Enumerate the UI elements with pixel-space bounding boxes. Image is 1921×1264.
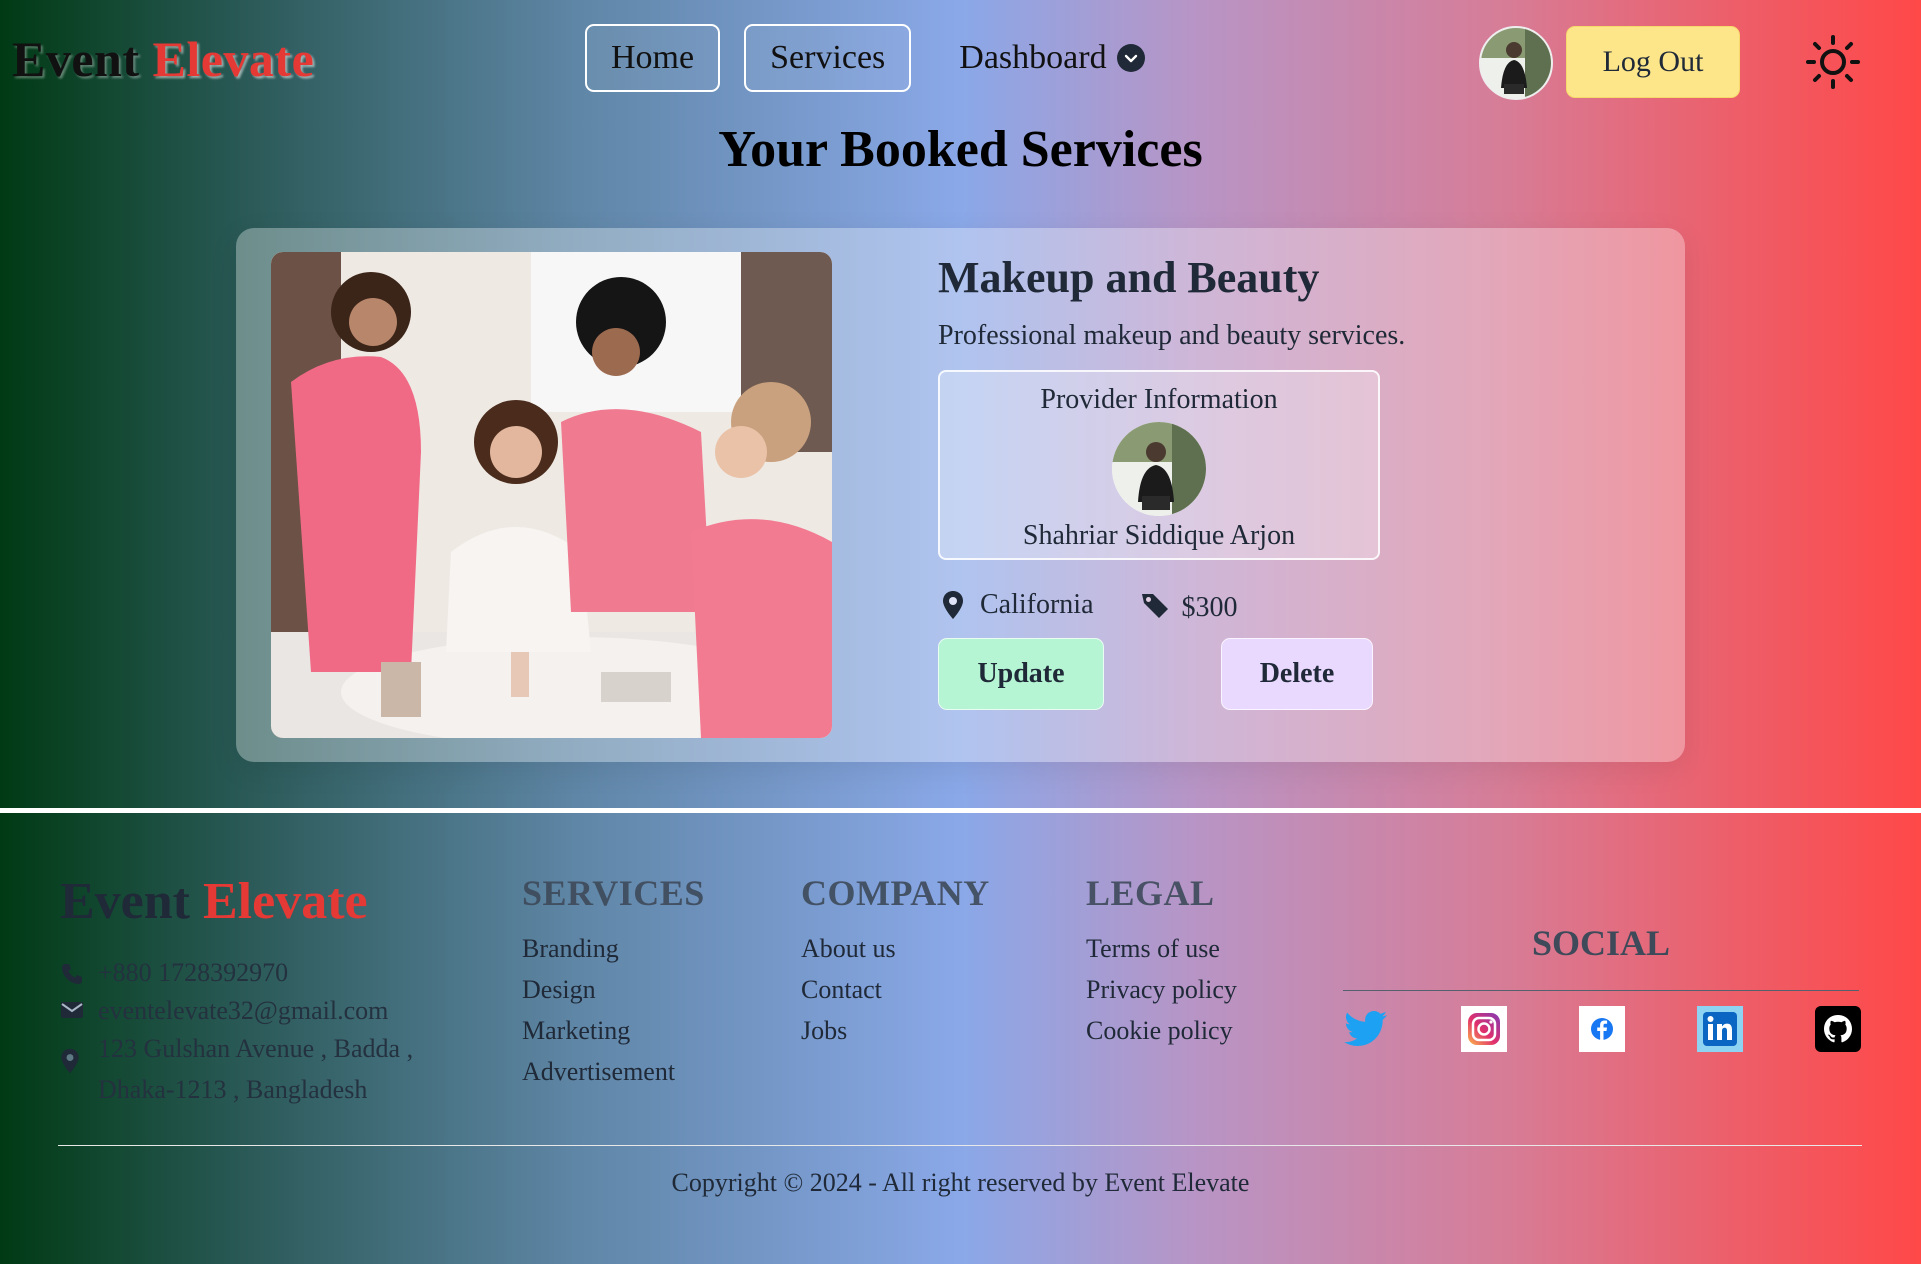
footer-link-cookie[interactable]: Cookie policy xyxy=(1086,1010,1237,1051)
provider-heading: Provider Information xyxy=(1040,384,1278,415)
facebook-icon[interactable] xyxy=(1579,1006,1625,1052)
address-line-2: Dhaka-1213 , Bangladesh xyxy=(98,1075,368,1104)
footer-legal-title: LEGAL xyxy=(1086,873,1215,913)
location-pin-icon xyxy=(938,588,968,622)
footer-divider xyxy=(0,808,1921,813)
contact-address: 123 Gulshan Avenue , Badda , Dhaka-1213 … xyxy=(98,1028,413,1110)
chevron-down-icon xyxy=(1116,44,1145,72)
footer-link-design[interactable]: Design xyxy=(522,969,705,1010)
brand-logo[interactable]: Event Elevate xyxy=(12,30,314,88)
nav-dashboard-label: Dashboard xyxy=(959,39,1107,76)
mail-icon xyxy=(60,996,98,1020)
nav-services-button[interactable]: Services xyxy=(744,24,912,92)
footer-link-jobs[interactable]: Jobs xyxy=(801,1010,990,1051)
brand-word-event: Event xyxy=(12,31,140,87)
footer-brand-word-elevate: Elevate xyxy=(203,873,368,930)
footer-brand-word-event: Event xyxy=(60,873,190,930)
linkedin-icon[interactable] xyxy=(1697,1006,1743,1052)
footer-bottom-divider xyxy=(58,1145,1862,1146)
sun-icon[interactable] xyxy=(1805,34,1861,90)
twitter-icon[interactable] xyxy=(1343,1006,1389,1052)
footer-company-column: COMPANY About us Contact Jobs xyxy=(801,872,990,1051)
booked-service-card: Makeup and Beauty Professional makeup an… xyxy=(236,228,1685,762)
update-button[interactable]: Update xyxy=(938,638,1104,710)
user-avatar[interactable] xyxy=(1479,26,1553,100)
footer-contact: +880 1728392970 eventelevate32@gmail.com… xyxy=(60,958,413,1118)
brand-word-elevate: Elevate xyxy=(152,31,315,87)
footer-link-advertisement[interactable]: Advertisement xyxy=(522,1051,705,1092)
price-tag-icon xyxy=(1140,588,1170,622)
nav-home-button[interactable]: Home xyxy=(585,24,721,92)
footer-social-title: SOCIAL xyxy=(1531,923,1671,963)
footer-legal-column: LEGAL Terms of use Privacy policy Cookie… xyxy=(1086,872,1237,1051)
phone-icon xyxy=(60,958,98,986)
contact-address-row: 123 Gulshan Avenue , Badda , Dhaka-1213 … xyxy=(60,1034,413,1110)
page-title: Your Booked Services xyxy=(718,121,1203,178)
main-nav: Home Services Dashboard xyxy=(585,24,1145,92)
service-title: Makeup and Beauty xyxy=(938,253,1320,302)
service-price: $300 xyxy=(1181,592,1238,623)
social-divider xyxy=(1343,990,1859,991)
footer-link-terms[interactable]: Terms of use xyxy=(1086,928,1237,969)
instagram-icon[interactable] xyxy=(1461,1006,1507,1052)
location-pin-icon xyxy=(60,1034,98,1074)
contact-email[interactable]: eventelevate32@gmail.com xyxy=(98,996,388,1026)
footer-company-title: COMPANY xyxy=(801,873,990,913)
copyright-text: Copyright © 2024 - All right reserved by… xyxy=(671,1168,1250,1197)
github-icon[interactable] xyxy=(1815,1006,1861,1052)
nav-dashboard-dropdown[interactable]: Dashboard xyxy=(959,39,1145,77)
footer-link-contact[interactable]: Contact xyxy=(801,969,990,1010)
delete-button[interactable]: Delete xyxy=(1221,638,1373,710)
footer-services-title: SERVICES xyxy=(522,873,705,913)
social-links xyxy=(1343,1006,1863,1054)
provider-avatar xyxy=(1112,422,1206,516)
footer-services-column: SERVICES Branding Design Marketing Adver… xyxy=(522,872,705,1092)
footer-link-about[interactable]: About us xyxy=(801,928,990,969)
logout-button[interactable]: Log Out xyxy=(1566,26,1740,98)
contact-phone-row: +880 1728392970 xyxy=(60,958,413,988)
footer-link-marketing[interactable]: Marketing xyxy=(522,1010,705,1051)
service-meta: California $300 xyxy=(938,586,1238,624)
contact-email-row: eventelevate32@gmail.com xyxy=(60,996,413,1026)
service-description: Professional makeup and beauty services. xyxy=(938,320,1406,351)
service-location: California xyxy=(980,589,1094,620)
footer-link-branding[interactable]: Branding xyxy=(522,928,705,969)
contact-phone[interactable]: +880 1728392970 xyxy=(98,958,288,988)
footer-logo[interactable]: Event Elevate xyxy=(60,872,368,931)
address-line-1: 123 Gulshan Avenue , Badda , xyxy=(98,1034,414,1063)
provider-info-box: Provider Information Shahriar Siddique A… xyxy=(938,370,1380,560)
provider-name: Shahriar Siddique Arjon xyxy=(1022,520,1296,551)
footer-link-privacy[interactable]: Privacy policy xyxy=(1086,969,1237,1010)
service-image xyxy=(271,252,832,738)
